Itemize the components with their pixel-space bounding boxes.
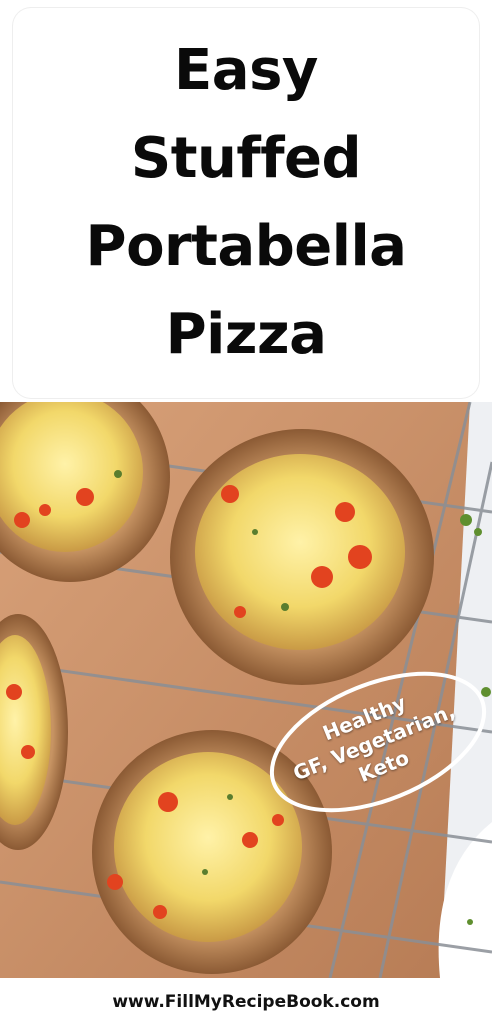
website-url[interactable]: www.FillMyRecipeBook.com (112, 992, 379, 1012)
title-line-2: Stuffed (130, 126, 362, 191)
title-line-1: Easy (174, 38, 318, 103)
title-card: Easy Stuffed Portabella Pizza (13, 8, 479, 398)
title-line-3: Portabella (85, 214, 407, 279)
mushroom-2 (170, 429, 434, 685)
title-line-4: Pizza (165, 302, 327, 367)
footer-website[interactable]: www.FillMyRecipeBook.com (0, 980, 492, 1024)
